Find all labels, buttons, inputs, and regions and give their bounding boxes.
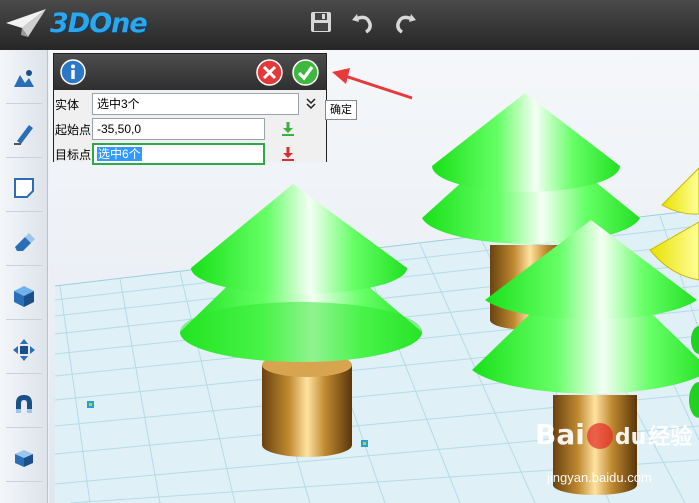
entity-label: 实体 — [55, 98, 80, 112]
magnet-tool-icon — [16, 394, 32, 413]
paper-plane-icon — [6, 9, 46, 37]
entity-field[interactable]: 选中3个 — [92, 93, 299, 115]
watermark-cn: 经验 — [648, 425, 693, 450]
move-tool-button[interactable] — [6, 326, 42, 374]
redo-icon — [396, 14, 416, 34]
app-logo: 3DOne — [4, 6, 148, 40]
eraser-tool-button[interactable] — [6, 218, 42, 266]
title-bar: 3DOne — [0, 0, 699, 50]
save-button[interactable] — [306, 8, 336, 36]
chevron-double-down-icon[interactable] — [305, 98, 317, 110]
eraser-tool-icon — [15, 232, 35, 251]
start-point-label: 起始点 — [55, 123, 92, 137]
info-icon[interactable] — [60, 59, 86, 85]
panel-body: 实体 选中3个 起始点 -35,50,0 目标点 选中6个 — [54, 90, 326, 165]
magnet-tool-button[interactable] — [6, 380, 42, 428]
sketch-tool-button[interactable] — [6, 56, 42, 104]
target-point-row: 目标点 选中6个 — [54, 142, 326, 166]
move-tool-icon — [13, 338, 35, 361]
watermark-url: jingyan.baidu.com — [547, 470, 652, 485]
target-point-field[interactable]: 选中6个 — [92, 143, 265, 165]
confirm-tooltip: 确定 — [325, 100, 357, 120]
pick-point-down-icon[interactable] — [281, 121, 295, 137]
annotation-arrow — [332, 68, 413, 100]
pen-tool-button[interactable] — [6, 110, 42, 158]
app-logo-text: 3DOne — [50, 7, 148, 39]
redo-button[interactable] — [390, 8, 420, 36]
box-tool-icon — [15, 449, 33, 467]
sketch-tool-icon — [14, 69, 34, 87]
cube-tool-button[interactable] — [6, 272, 42, 320]
pick-point-red-icon[interactable] — [281, 146, 295, 162]
box-tool-button[interactable] — [6, 434, 42, 482]
note-tool-button[interactable] — [6, 164, 42, 212]
target-point-value: 选中6个 — [97, 147, 142, 161]
cancel-icon[interactable] — [256, 59, 283, 86]
undo-icon — [352, 14, 372, 34]
start-point-field[interactable]: -35,50,0 — [92, 118, 265, 140]
save-icon — [311, 12, 331, 32]
watermark-brand: Bai — [535, 418, 585, 451]
target-point-label: 目标点 — [55, 148, 92, 162]
note-tool-icon — [14, 177, 34, 198]
left-toolbar — [0, 50, 48, 503]
cube-tool-icon — [14, 285, 34, 307]
undo-button[interactable] — [348, 8, 378, 36]
baidu-watermark: Bai du经验 jingyan.baidu.com — [535, 418, 695, 498]
start-point-row: 起始点 -35,50,0 — [54, 117, 326, 141]
watermark-paw: du — [614, 425, 647, 450]
entity-row: 实体 选中3个 — [54, 92, 326, 116]
paw-icon — [586, 423, 613, 449]
panel-header — [54, 54, 326, 90]
confirm-icon[interactable] — [292, 59, 319, 86]
move-command-panel: 实体 选中3个 起始点 -35,50,0 目标点 选中6个 — [53, 53, 327, 165]
pen-tool-icon — [14, 124, 33, 145]
